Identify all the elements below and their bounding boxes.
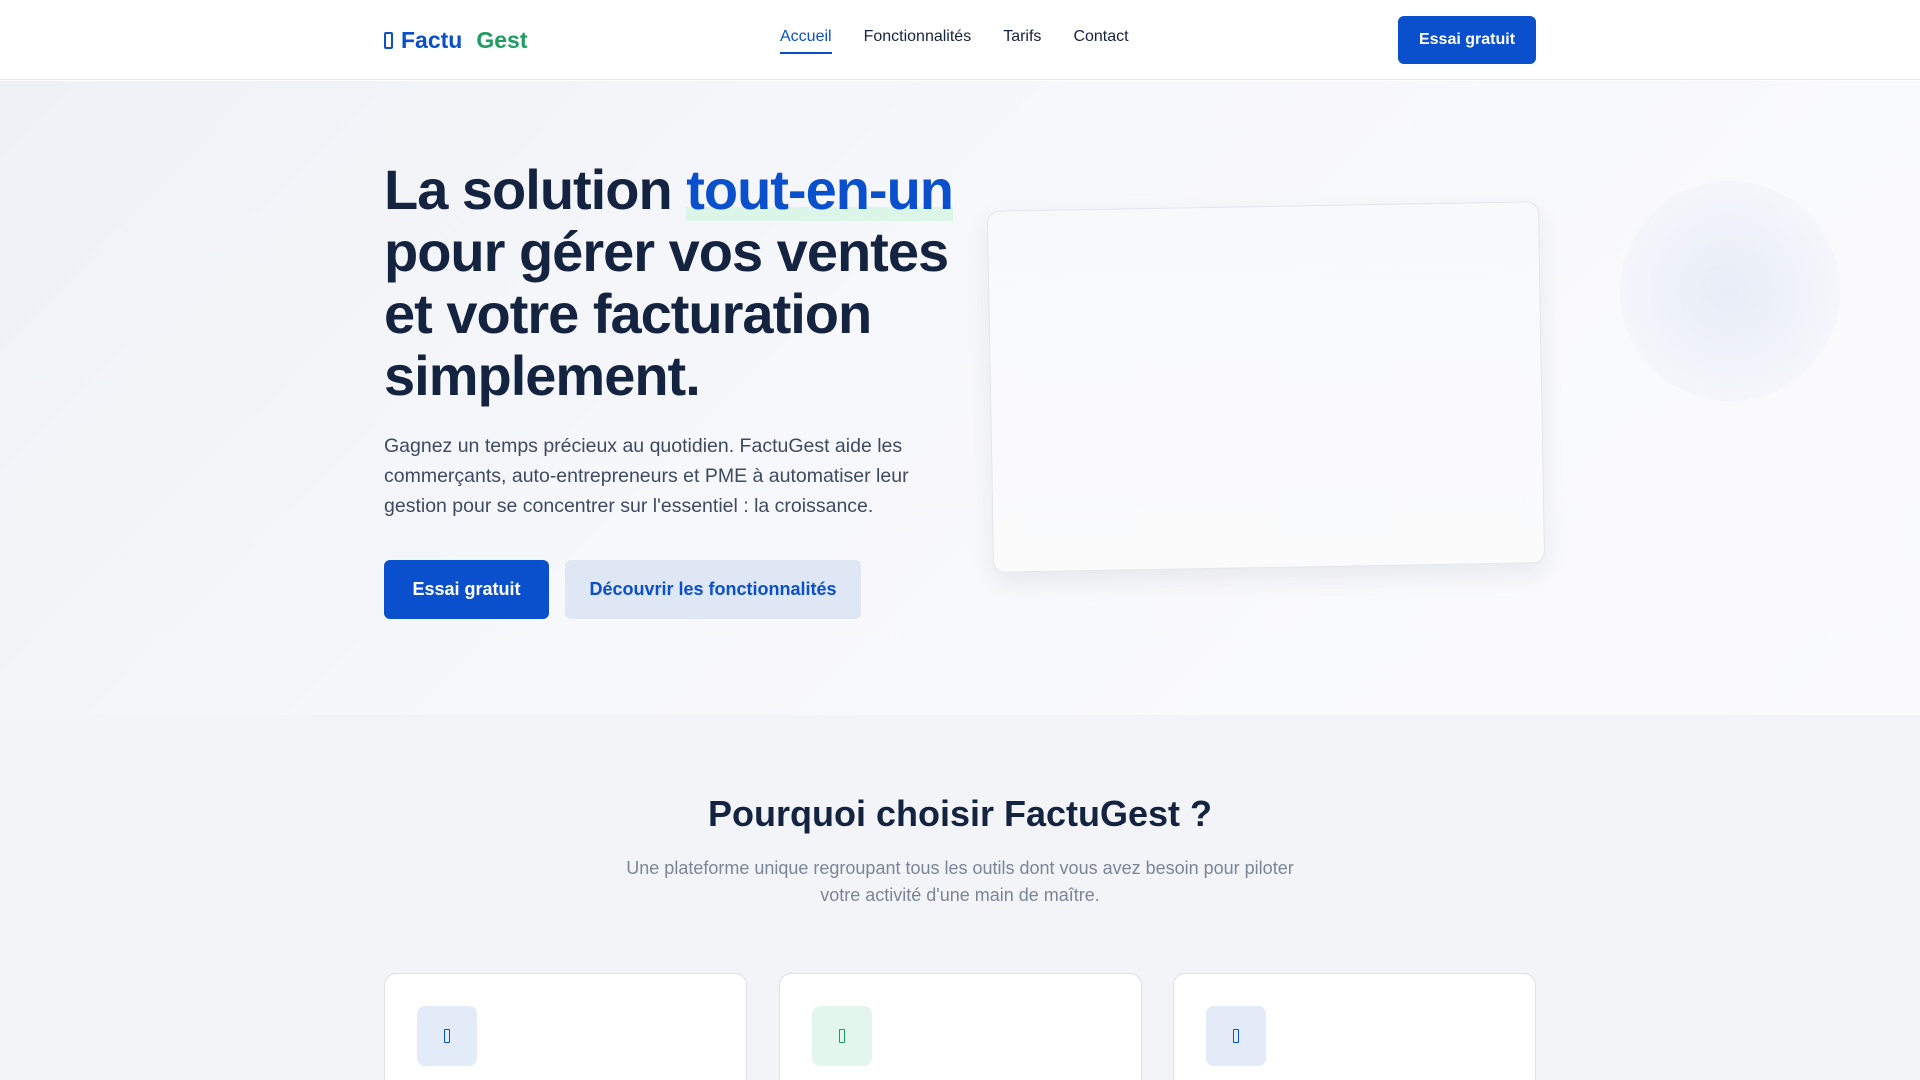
hero-title: La solution tout-en-un pour gérer vos ve… (384, 158, 984, 407)
hero-title-highlight: tout-en-un (686, 158, 954, 221)
app-logo-icon (384, 31, 393, 49)
feature-card (384, 973, 747, 1080)
logo-text-gest: Gest (476, 26, 528, 53)
hero-title-after: pour gérer vos ventes et votre facturati… (384, 220, 949, 407)
logo-text-factu: Factu (401, 26, 463, 53)
header-free-trial-button[interactable]: Essai gratuit (1398, 16, 1536, 64)
hero-section: La solution tout-en-un pour gérer vos ve… (0, 81, 1920, 715)
hero-description: Gagnez un temps précieux au quotidien. F… (384, 435, 909, 517)
main-nav: Accueil Fonctionnalités Tarifs Contact (780, 28, 1129, 54)
features-title: Pourquoi choisir FactuGest ? (707, 793, 1213, 834)
hero-background-glow (1620, 181, 1840, 401)
feature-icon (417, 1006, 477, 1066)
hero-preview-card (986, 201, 1546, 573)
nav-item-fonctionnalites[interactable]: Fonctionnalités (864, 28, 972, 54)
nav-item-accueil[interactable]: Accueil (780, 28, 832, 54)
brand-logo[interactable]: Factu Gest (384, 26, 527, 54)
nav-item-tarifs[interactable]: Tarifs (1003, 28, 1041, 54)
nav-item-contact[interactable]: Contact (1073, 28, 1128, 54)
feature-card (1173, 973, 1536, 1080)
hero-title-before: La solution (384, 158, 687, 221)
hero-free-trial-button[interactable]: Essai gratuit (384, 560, 549, 619)
discover-features-button[interactable]: Découvrir les fonctionnalités (565, 560, 861, 619)
feature-card (779, 973, 1142, 1080)
top-header: Factu Gest Accueil Fonctionnalités Tarif… (0, 0, 1920, 80)
feature-icon (1206, 1006, 1266, 1066)
feature-icon (812, 1006, 872, 1066)
features-section: Pourquoi choisir FactuGest ? Une platefo… (0, 715, 1920, 1080)
features-subtitle: Une plateforme unique regroupant tous le… (626, 858, 1294, 905)
